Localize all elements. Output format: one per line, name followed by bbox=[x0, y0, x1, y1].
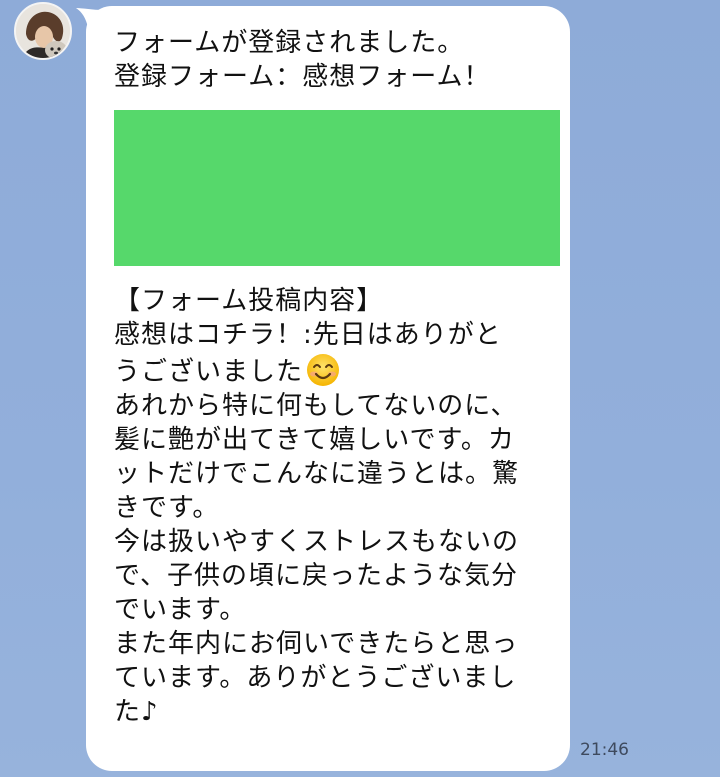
avatar[interactable] bbox=[14, 2, 72, 60]
content-line: 感想はコチラ！:先日はありがと bbox=[114, 320, 502, 350]
content-line: あれから特に何もしてないのに、 bbox=[114, 391, 518, 421]
content-line: きです。 bbox=[114, 493, 220, 523]
content-line-with-emoji: うございました bbox=[114, 352, 544, 389]
message-bubble[interactable]: フォームが登録されました。 登録フォーム：感想フォーム！ 【フォーム投稿内容】 … bbox=[86, 6, 570, 771]
redacted-image-block bbox=[114, 110, 560, 266]
content-line: でいます。 bbox=[114, 595, 247, 625]
content-line: また年内にお伺いできたらと思っ bbox=[114, 629, 519, 659]
header-line: 登録フォーム：感想フォーム！ bbox=[114, 62, 491, 92]
content-line: ットだけでこんなに違うとは。驚 bbox=[114, 459, 520, 489]
form-content: 【フォーム投稿内容】 感想はコチラ！:先日はありがと うございました あれから特… bbox=[114, 284, 544, 729]
content-line: 今は扱いやすくストレスもないの bbox=[114, 527, 520, 557]
content-line: 【フォーム投稿内容】 bbox=[114, 286, 384, 316]
content-line: ています。ありがとうございまし bbox=[114, 663, 517, 693]
smiling-face-emoji-icon bbox=[307, 354, 340, 386]
content-line-text: うございました bbox=[114, 357, 304, 387]
content-line: 髪に艶が出てきて嬉しいです。カ bbox=[114, 425, 515, 455]
content-line: で、子供の頃に戻ったような気分 bbox=[114, 561, 518, 591]
content-line: た♪ bbox=[114, 697, 159, 727]
message-timestamp: 21:46 bbox=[580, 740, 629, 760]
header-line: フォームが登録されました。 bbox=[114, 28, 465, 58]
